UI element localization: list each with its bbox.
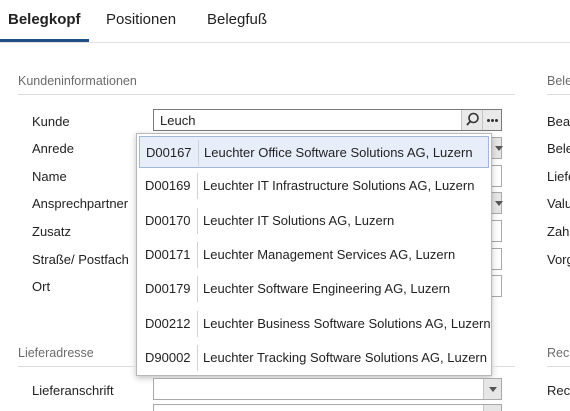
section-title-kundeninformationen: Kundeninformationen (18, 74, 137, 88)
dropdown-option[interactable]: D00179 Leuchter Software Engineering AG,… (139, 273, 489, 305)
more-options-icon (487, 119, 490, 122)
option-code: D00167 (146, 145, 192, 160)
dropdown-option[interactable]: D00171 Leuchter Management Services AG, … (139, 239, 489, 271)
section-title-lieferadresse: Lieferadresse (18, 346, 94, 360)
label-ort: Ort (32, 279, 51, 294)
right-label-rech: Rech (547, 383, 570, 398)
section-divider (18, 94, 515, 95)
option-name: Leuchter IT Solutions AG, Luzern (203, 213, 395, 228)
search-icon (466, 112, 479, 126)
right-label-vorg: Vorg (547, 252, 570, 267)
more-options-button[interactable] (482, 110, 501, 130)
lieferadresse-select-2[interactable] (153, 404, 502, 411)
option-name: Leuchter IT Infrastructure Solutions AG,… (203, 178, 475, 193)
dropdown-option[interactable]: D00170 Leuchter IT Solutions AG, Luzern (139, 205, 489, 237)
label-anrede: Anrede (32, 141, 74, 156)
option-name: Leuchter Software Engineering AG, Luzern (203, 281, 451, 296)
dropdown-option[interactable]: D00212 Leuchter Business Software Soluti… (139, 308, 491, 340)
active-tab-indicator (0, 39, 89, 42)
option-code: D00171 (145, 247, 191, 262)
option-code: D00169 (145, 178, 191, 193)
label-strasse: Straße/ Postfach (32, 252, 129, 267)
option-code: D00212 (145, 316, 191, 331)
section-title-belegi: Belegi (547, 74, 570, 88)
dropdown-option[interactable]: D00169 Leuchter IT Infrastructure Soluti… (139, 170, 489, 202)
label-name: Name (32, 169, 67, 184)
option-name: Leuchter Management Services AG, Luzern (203, 247, 456, 262)
right-label-liefe: Liefe (547, 169, 570, 184)
search-button[interactable] (461, 110, 482, 130)
option-code: D00179 (145, 281, 191, 296)
section-divider (547, 94, 570, 95)
option-code: D90002 (145, 350, 191, 365)
option-code: D00170 (145, 213, 191, 228)
label-kunde: Kunde (32, 114, 70, 129)
label-ansprechpartner: Ansprechpartner (32, 196, 129, 211)
option-name: Leuchter Tracking Software Solutions AG,… (203, 350, 487, 365)
section-title-rechnung: Rechnu (547, 346, 570, 360)
tab-belegfuss[interactable]: Belegfuß (207, 11, 267, 28)
option-name: Leuchter Office Software Solutions AG, L… (204, 145, 473, 160)
option-name: Leuchter Business Software Solutions AG,… (203, 316, 491, 331)
label-lieferanschrift: Lieferanschrift (32, 383, 114, 398)
kunde-autocomplete-dropdown: D00167 Leuchter Office Software Solution… (136, 133, 492, 376)
tab-positionen[interactable]: Positionen (106, 11, 176, 28)
section-divider (492, 366, 515, 367)
kunde-search-input[interactable]: Leuch (153, 109, 502, 131)
dropdown-option[interactable]: D00167 Leuchter Office Software Solution… (139, 136, 489, 168)
tab-belegkopf[interactable]: Belegkopf (8, 11, 81, 28)
section-divider (547, 366, 570, 367)
tab-bar: Belegkopf Positionen Belegfuß (0, 0, 570, 43)
right-label-bele: Bele (547, 141, 570, 156)
right-label-zahl: Zahl (547, 224, 570, 239)
kunde-search-value[interactable]: Leuch (160, 113, 195, 128)
lieferanschrift-select[interactable] (153, 378, 502, 400)
dropdown-option[interactable]: D90002 Leuchter Tracking Software Soluti… (139, 342, 489, 374)
right-label-bea: Bea (547, 114, 570, 129)
chevron-down-icon[interactable] (483, 379, 501, 399)
label-zusatz: Zusatz (32, 224, 72, 239)
chevron-down-icon[interactable] (483, 405, 501, 411)
right-label-valu: Valu (547, 196, 570, 211)
section-divider (18, 366, 136, 367)
